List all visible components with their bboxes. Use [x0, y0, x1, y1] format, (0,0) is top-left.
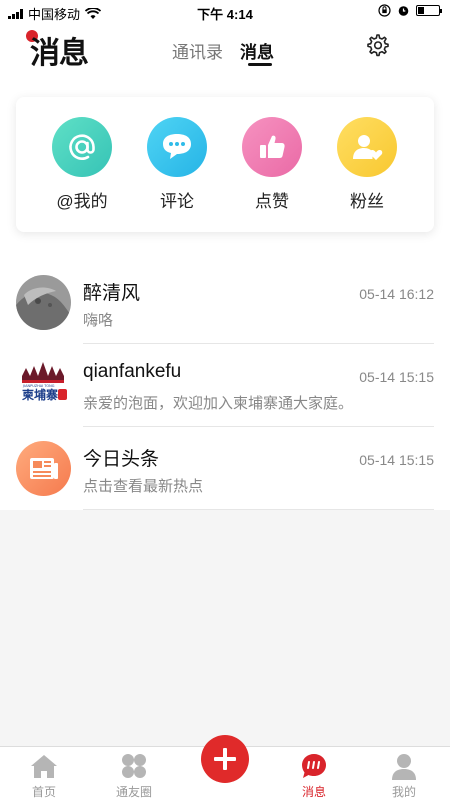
action-comments[interactable]: 评论: [132, 117, 222, 212]
action-mentions[interactable]: @我的: [37, 117, 127, 212]
avatar: [16, 275, 71, 330]
alarm-icon: [398, 6, 409, 16]
tab-contacts[interactable]: 通讯录: [172, 38, 223, 63]
message-time: 05-14 15:15: [359, 369, 434, 385]
logo-text: 柬埔寨: [21, 387, 58, 402]
divider: [83, 509, 434, 510]
tab-profile[interactable]: 我的: [374, 751, 434, 800]
gear-icon[interactable]: [364, 32, 390, 58]
avatar: [16, 441, 71, 496]
message-preview: 嗨咯: [83, 312, 114, 329]
thumbs-up-icon: [242, 117, 302, 177]
add-button[interactable]: [201, 735, 249, 783]
comment-icon: [147, 117, 207, 177]
contact-name: qianfankefu: [83, 361, 182, 382]
tab-moments[interactable]: 通友圈: [104, 751, 164, 800]
contact-name: 醉清风: [83, 283, 141, 304]
tab-label: 首页: [31, 785, 56, 799]
tab-label: 通友圈: [115, 785, 152, 799]
status-bar: 中国移动 下午 4:14: [0, 0, 450, 24]
rotation-lock-icon: [378, 4, 391, 17]
divider: [83, 426, 434, 427]
action-label: @我的: [56, 192, 108, 211]
tab-active-indicator: [248, 63, 272, 66]
logo-subtext: JIANPUZHAI TONG: [22, 384, 55, 388]
tab-messages-bottom[interactable]: 消息: [284, 751, 344, 800]
plus-icon: [214, 748, 236, 770]
quick-actions-card: @我的 评论 点赞 粉丝: [16, 97, 434, 232]
news-icon: [30, 458, 58, 479]
top-header: 消息 通讯录 消息: [0, 24, 450, 80]
message-time: 05-14 16:12: [359, 286, 434, 302]
brand-logo-icon: 柬埔寨 JIANPUZHAI TONG: [16, 358, 71, 413]
tab-label: 我的: [391, 785, 416, 799]
tab-label: 消息: [301, 785, 326, 799]
message-item[interactable]: 柬埔寨 JIANPUZHAI TONG qianfankefu 亲爱的泡面，欢迎…: [0, 345, 450, 427]
moments-icon: [122, 754, 146, 778]
action-label: 粉丝: [350, 192, 384, 211]
battery-icon: [416, 5, 442, 16]
message-item[interactable]: 今日头条 点击查看最新热点 05-14 15:15: [0, 428, 450, 510]
action-label: 点赞: [255, 192, 289, 211]
bottom-tab-bar: 首页 通友圈 消息 我的: [0, 735, 450, 800]
at-icon: [52, 117, 112, 177]
contact-name: 今日头条: [83, 449, 160, 470]
message-item[interactable]: 醉清风 嗨咯 05-14 16:12: [0, 262, 450, 344]
tab-home[interactable]: 首页: [14, 751, 74, 800]
home-icon: [31, 755, 57, 778]
chat-bubble-icon: [302, 754, 326, 778]
avatar: 柬埔寨 JIANPUZHAI TONG: [16, 358, 71, 413]
action-label: 评论: [160, 192, 194, 211]
message-preview: 亲爱的泡面，欢迎加入柬埔寨通大家庭。: [83, 395, 354, 412]
message-preview: 点击查看最新热点: [83, 478, 204, 495]
divider: [83, 343, 434, 344]
user-icon: [392, 754, 416, 780]
status-right: [378, 4, 442, 17]
page-title: 消息: [30, 37, 89, 70]
tab-messages[interactable]: 消息: [240, 38, 274, 63]
action-fans[interactable]: 粉丝: [322, 117, 412, 212]
action-likes[interactable]: 点赞: [227, 117, 317, 212]
message-time: 05-14 15:15: [359, 452, 434, 468]
fans-icon: [337, 117, 397, 177]
